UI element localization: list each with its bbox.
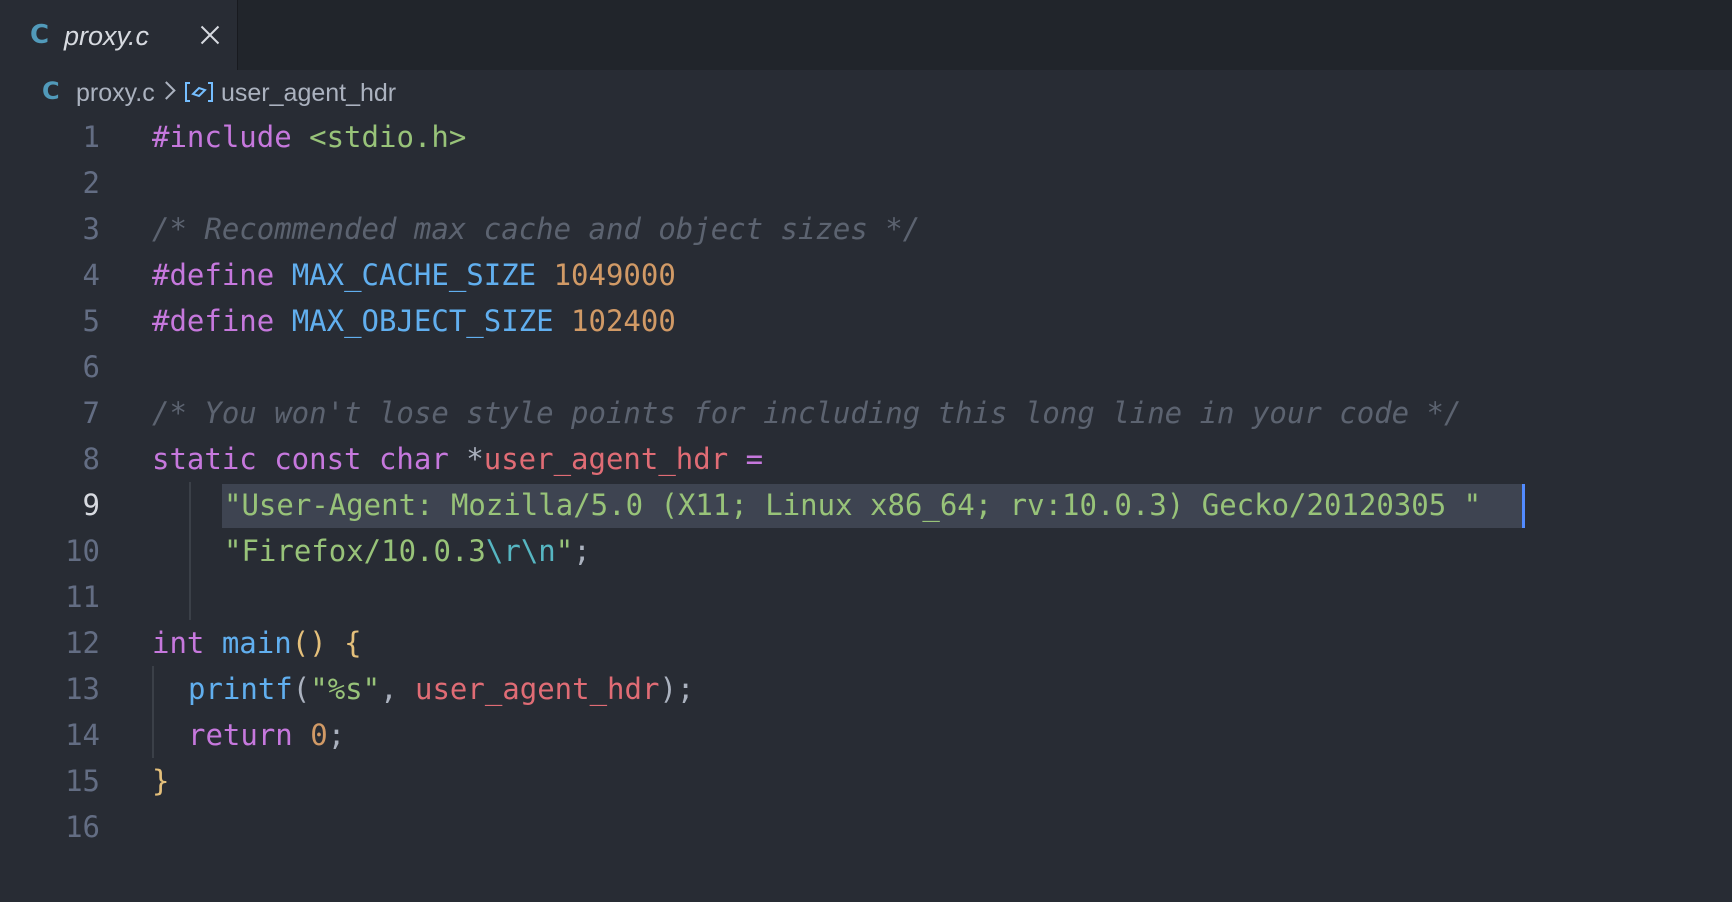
code-token: "User-Agent: Mozilla/5.0 (X11; Linux x86… [224, 488, 1482, 522]
code-token: , [380, 672, 415, 706]
code-text: /* You won't lose style points for inclu… [152, 390, 1461, 436]
breadcrumb-file[interactable]: proxy.c [76, 79, 155, 108]
code-text: printf("%s", user_agent_hdr); [188, 666, 694, 712]
code-token: 102400 [571, 304, 676, 338]
code-line[interactable]: 6 [0, 344, 1732, 390]
code-token: ; [573, 534, 591, 568]
code-line[interactable]: 14 return 0; [0, 712, 1732, 758]
code-line[interactable]: 16 [0, 804, 1732, 850]
line-number: 10 [65, 534, 100, 568]
line-number: 9 [82, 488, 100, 522]
line-number: 14 [65, 718, 100, 752]
code-token: static const char [152, 442, 467, 476]
line-number: 3 [82, 212, 100, 246]
code-line[interactable]: 8 static const char *user_agent_hdr = [0, 436, 1732, 482]
code-token: main [221, 626, 292, 660]
code-token: #define [152, 304, 292, 338]
code-token: printf [188, 672, 293, 706]
c-language-icon: C [42, 77, 60, 105]
code-line[interactable]: 13 printf("%s", user_agent_hdr); [0, 666, 1732, 712]
indent-guide [189, 482, 191, 620]
breadcrumb: C proxy.c user_agent_hdr [0, 70, 1732, 116]
code-text: #define MAX_OBJECT_SIZE 102400 [152, 298, 676, 344]
code-line[interactable]: 5 #define MAX_OBJECT_SIZE 102400 [0, 298, 1732, 344]
code-token: #include [152, 120, 310, 154]
line-number: 1 [82, 120, 100, 154]
indent-guide [152, 666, 154, 758]
code-token: ; [327, 718, 346, 752]
code-line[interactable]: 10 "Firefox/10.0.3\r\n"; [0, 528, 1732, 574]
code-token: 0 [310, 718, 328, 752]
code-token: \r\n [485, 534, 556, 568]
line-number: 16 [65, 810, 100, 844]
code-line[interactable]: 7 /* You won't lose style points for incl… [0, 390, 1732, 436]
code-token: " [555, 534, 574, 568]
code-line[interactable]: 3 /* Recommended max cache and object siz… [0, 206, 1732, 252]
line-number: 5 [82, 304, 100, 338]
line-number: 12 [65, 626, 100, 660]
line-number: 8 [82, 442, 100, 476]
code-token: "Firefox/10.0.3 [224, 534, 486, 568]
code-text: } [152, 758, 169, 804]
code-text: "Firefox/10.0.3\r\n"; [224, 528, 591, 574]
code-line[interactable]: 11 [0, 574, 1732, 620]
line-number: 15 [65, 764, 100, 798]
code-token: = [745, 442, 764, 476]
line-number: 4 [82, 258, 100, 292]
code-text: /* Recommended max cache and object size… [152, 206, 920, 252]
code-token: * [466, 442, 484, 476]
code-text: static const char *user_agent_hdr = [152, 436, 763, 482]
code-text: int main() { [152, 620, 362, 666]
c-language-icon: C [30, 20, 50, 50]
code-token: MAX_OBJECT_SIZE [291, 304, 572, 338]
line-number: 6 [82, 350, 100, 384]
code-token: user_agent_hdr [483, 442, 746, 476]
code-token: /* Recommended max cache and object size… [152, 212, 921, 246]
code-line[interactable]: 15} [0, 758, 1732, 804]
line-number: 2 [82, 166, 100, 200]
code-line[interactable]: 2 [0, 160, 1732, 206]
code-token: () { [291, 626, 362, 660]
code-text: return 0; [188, 712, 345, 758]
editor-tab-proxy-c[interactable]: C proxy.c [0, 0, 238, 70]
line-number: 11 [65, 580, 100, 614]
code-token: ( [292, 672, 311, 706]
code-token: 1049000 [553, 258, 676, 292]
line-number: 7 [82, 396, 100, 430]
code-text: #define MAX_CACHE_SIZE 1049000 [152, 252, 676, 298]
code-token: user_agent_hdr [415, 672, 660, 706]
code-token: ); [659, 672, 695, 706]
code-token: MAX_CACHE_SIZE [291, 258, 554, 292]
code-token: <stdio.h> [309, 120, 467, 154]
code-token: "%s" [310, 672, 381, 706]
code-text: #include <stdio.h> [152, 114, 466, 160]
code-token: #define [152, 258, 292, 292]
tab-title: proxy.c [64, 21, 150, 51]
text-cursor [1522, 484, 1525, 528]
code-token: int [152, 626, 222, 660]
line-number: 13 [65, 672, 100, 706]
breadcrumb-symbol[interactable]: user_agent_hdr [221, 79, 396, 108]
code-text: "User-Agent: Mozilla/5.0 (X11; Linux x86… [224, 482, 1481, 528]
code-line[interactable]: 1 #include <stdio.h> [0, 114, 1732, 160]
variable-symbol-icon [185, 82, 213, 102]
tab-bar: C proxy.c [0, 0, 1732, 70]
code-editor[interactable]: 1 #include <stdio.h> 2 3 /* Recommended max … [0, 114, 1732, 902]
code-line[interactable]: 9 "User-Agent: Mozilla/5.0 (X11; Linux x8… [0, 482, 1732, 528]
code-line[interactable]: 4 #define MAX_CACHE_SIZE 1049000 [0, 252, 1732, 298]
code-token: /* You won't lose style points for inclu… [152, 396, 1462, 430]
code-token: return [188, 718, 311, 752]
close-icon[interactable] [196, 21, 224, 49]
code-token: } [152, 764, 170, 798]
code-line[interactable]: 12 int main() { [0, 620, 1732, 666]
chevron-right-icon [157, 81, 176, 100]
